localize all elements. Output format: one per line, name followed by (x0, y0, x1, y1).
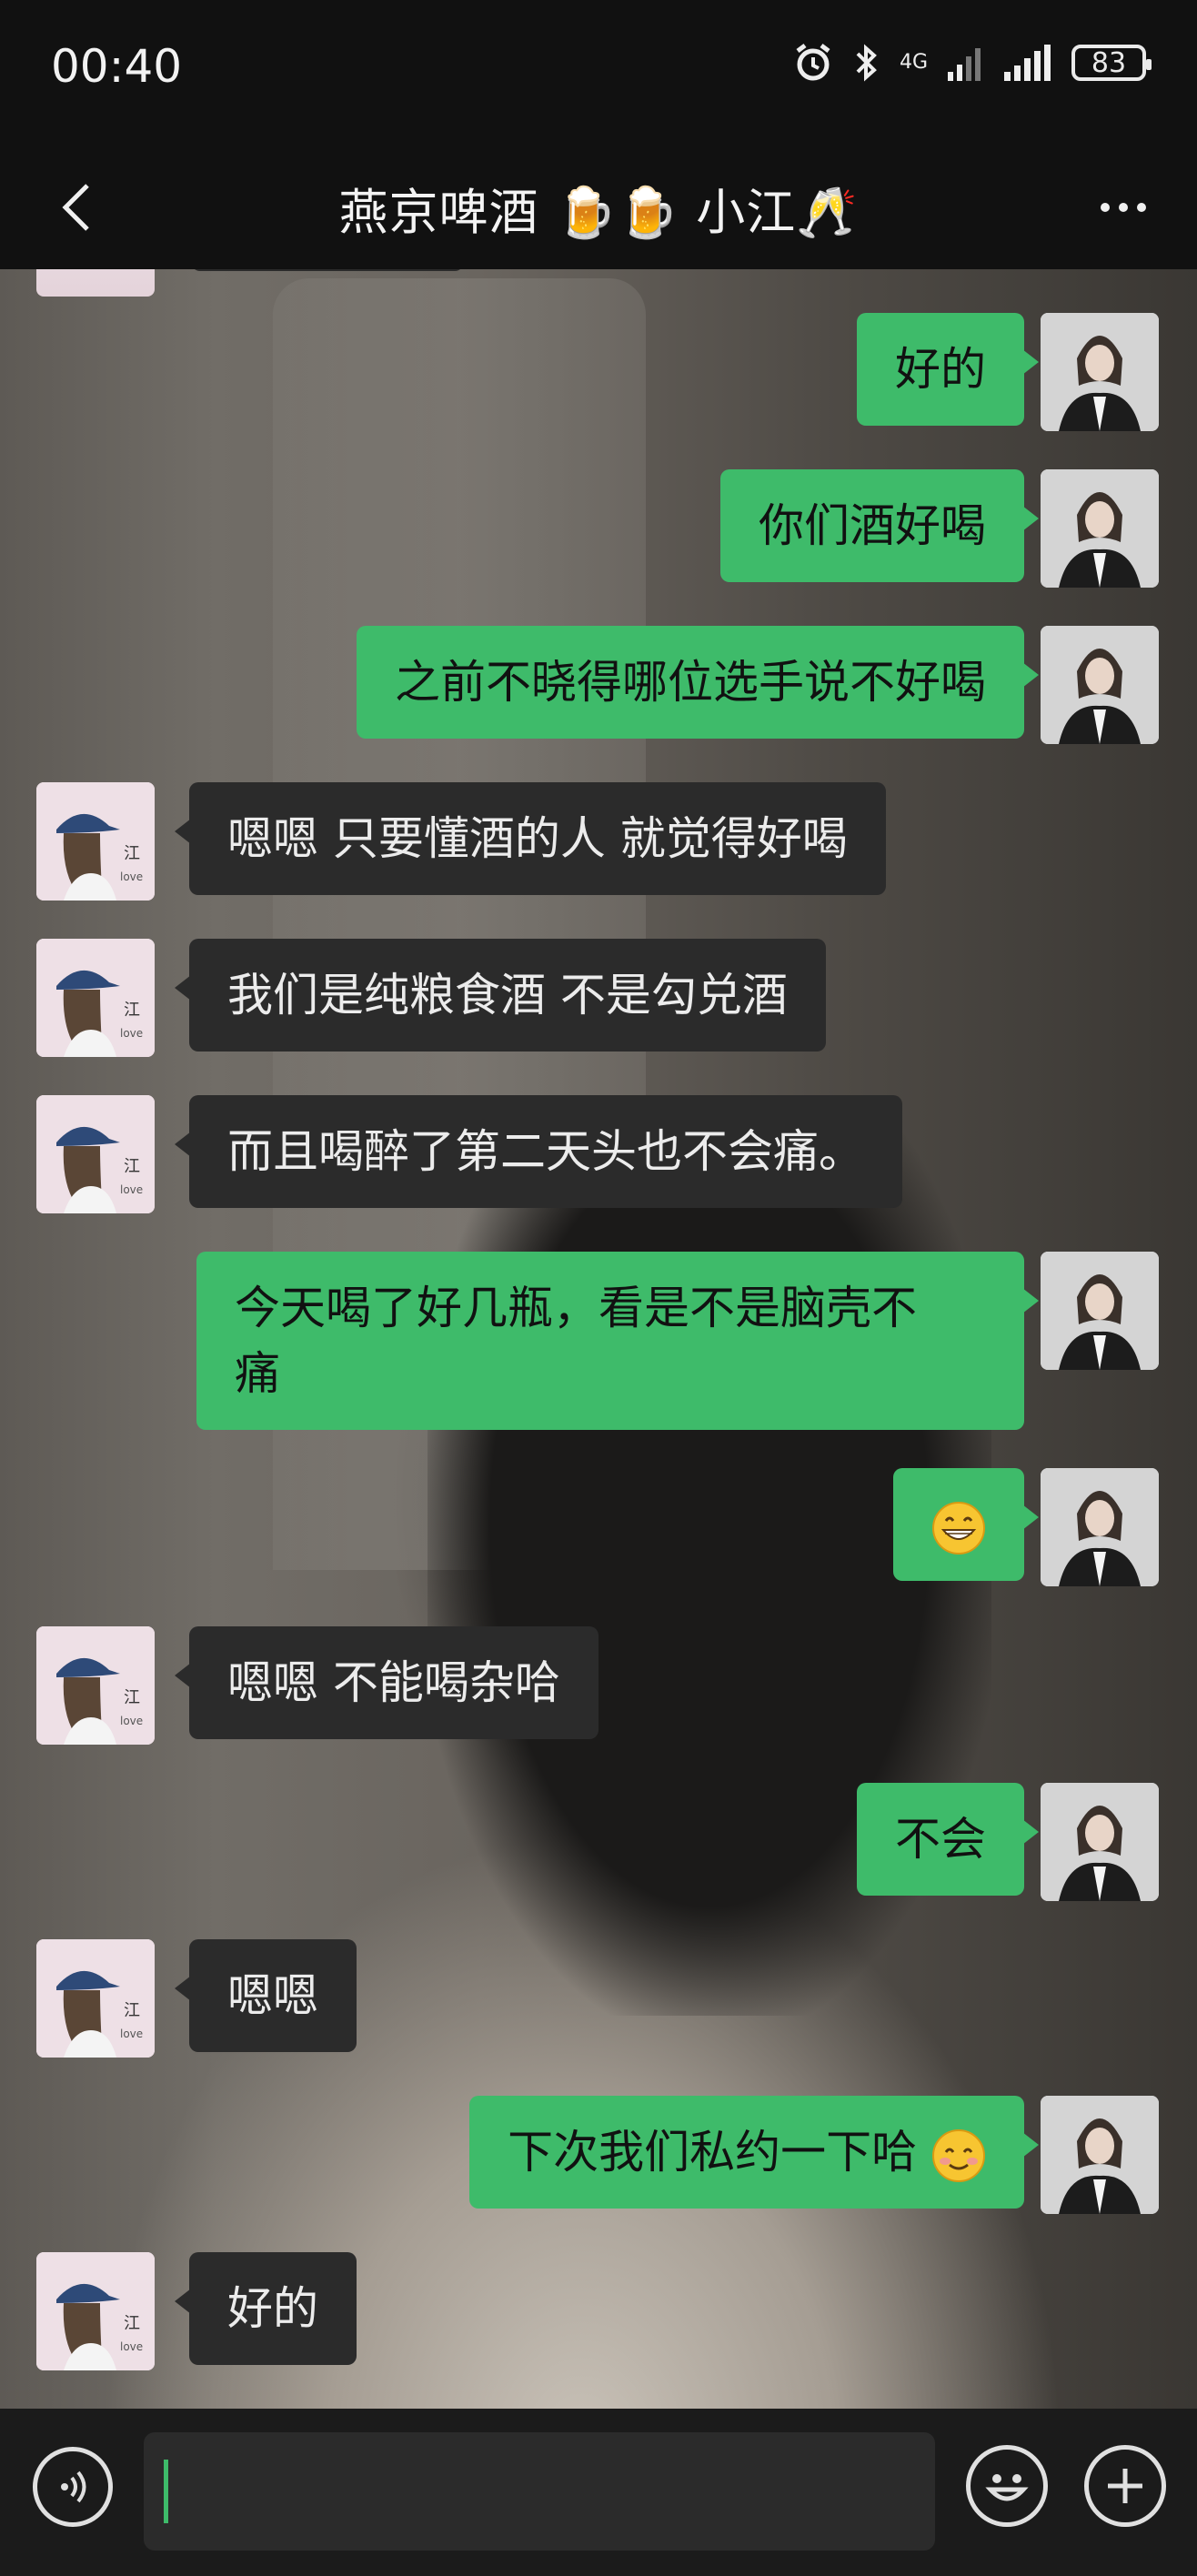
svg-text:江: 江 (124, 1688, 140, 1707)
svg-text:江: 江 (124, 1001, 140, 1020)
message-text: 你们酒好喝 (759, 499, 986, 552)
message-text: 好的 (227, 2282, 318, 2335)
message-bubble-outgoing[interactable]: 你们酒好喝 (720, 469, 1039, 582)
dot-icon (1137, 203, 1146, 212)
grinning-face-icon (932, 1501, 985, 1555)
avatar[interactable] (36, 269, 155, 297)
message-bubble-incoming[interactable]: 嗯嗯 不能喝杂哈 (175, 1626, 598, 1739)
message-bubble-outgoing[interactable]: 不会 (857, 1783, 1039, 1896)
svg-text:love: love (120, 2028, 143, 2040)
status-bar: 00:40 4G 83 (0, 0, 1197, 146)
network-type-label: 4G (899, 51, 928, 74)
avatar-person-icon (1041, 1468, 1159, 1586)
avatar[interactable]: 江 love (36, 1626, 155, 1745)
svg-text:love: love (120, 870, 143, 883)
avatar[interactable]: 江 love (36, 939, 155, 1057)
message-bubble-incoming[interactable]: 好的 (175, 2252, 357, 2365)
back-button[interactable] (40, 171, 113, 244)
message-bubble-incoming[interactable]: 我们是纯粮食酒 不是勾兑酒 (175, 939, 826, 1052)
emoji-button[interactable] (966, 2445, 1048, 2527)
signal-icon-1 (948, 48, 981, 81)
avatar[interactable]: 江 love (36, 1095, 155, 1213)
network-type-icon: 4G (899, 51, 928, 74)
message-text: 之前不晓得哪位选手说不好喝 (395, 656, 986, 709)
avatar-person-icon (1041, 2096, 1159, 2214)
status-icons: 4G 83 (792, 42, 1152, 84)
avatar-person-icon (1041, 469, 1159, 588)
message-text-line: 痛 (235, 1347, 280, 1400)
message-text: 我们是纯粮食酒 不是勾兑酒 (227, 969, 788, 1021)
avatar-girl-cap-icon: 江 love (36, 2252, 155, 2370)
avatar-person-icon (1041, 313, 1159, 431)
message-text: 不会 (895, 1813, 986, 1866)
voice-icon (61, 2470, 86, 2503)
message-text: 下次我们私约一下哈 (508, 2126, 918, 2179)
battery-level: 83 (1091, 46, 1127, 79)
avatar-person-icon (1041, 1783, 1159, 1901)
avatar[interactable] (1041, 626, 1159, 744)
message-text: 而且喝醉了第二天头也不会痛。 (227, 1125, 864, 1178)
message-bubble-outgoing[interactable] (893, 1468, 1039, 1581)
avatar[interactable] (1041, 1783, 1159, 1901)
message-text: 嗯嗯 (227, 1969, 318, 2022)
avatar[interactable] (1041, 469, 1159, 588)
svg-text:love: love (120, 1183, 143, 1196)
message-bubble-outgoing[interactable]: 之前不晓得哪位选手说不好喝 (357, 626, 1039, 739)
text-caret (164, 2460, 168, 2523)
more-actions-button[interactable] (1084, 2445, 1166, 2527)
message-bubble-outgoing[interactable]: 好的 (857, 313, 1039, 426)
voice-input-button[interactable] (33, 2447, 113, 2527)
svg-text:江: 江 (124, 2001, 140, 2020)
message-text: 好的 (895, 343, 986, 396)
message-bubble-incoming[interactable]: 而且喝醉了第二天头也不会痛。 (175, 1095, 902, 1208)
message-bubble-outgoing[interactable]: 下次我们私约一下哈 (469, 2096, 1039, 2209)
message-bubble-incoming[interactable]: 嗯嗯 只要懂酒的人 就觉得好喝 (175, 782, 886, 895)
svg-text:江: 江 (124, 1157, 140, 1176)
chat-title: 燕京啤酒 🍺🍺 小江🥂 (338, 183, 859, 241)
partial-bubble (191, 269, 464, 271)
svg-text:love: love (120, 1715, 143, 1727)
dot-icon (1119, 203, 1128, 212)
avatar-person-icon (1041, 626, 1159, 744)
message-bubble-outgoing[interactable]: 今天喝了好几瓶，看是不是脑壳不 痛 (196, 1252, 1039, 1430)
chat-area[interactable]: 好的 你们酒好喝 之前不晓得哪位选手说不好喝 江 love 嗯嗯 只要懂酒的人 … (0, 269, 1197, 2409)
message-text: 嗯嗯 不能喝杂哈 (227, 1656, 560, 1709)
avatar[interactable] (1041, 2096, 1159, 2214)
message-bubble-incoming[interactable]: 嗯嗯 (175, 1939, 357, 2052)
avatar-girl-cap-icon: 江 love (36, 1626, 155, 1745)
more-options-button[interactable] (1082, 171, 1164, 244)
emoji-face-icon (985, 2474, 1029, 2501)
signal-icon-2 (1004, 45, 1051, 81)
message-composer (0, 2409, 1197, 2576)
avatar-girl-cap-icon: 江 love (36, 939, 155, 1057)
avatar-girl-cap-icon: 江 love (36, 1095, 155, 1213)
plus-icon (1108, 2469, 1142, 2503)
bluetooth-icon (856, 44, 877, 82)
message-input[interactable] (144, 2432, 935, 2551)
message-text-line: 今天喝了好几瓶，看是不是脑壳不 (235, 1282, 917, 1334)
svg-text:love: love (120, 2340, 143, 2353)
svg-text:江: 江 (124, 2314, 140, 2333)
avatar-person-icon (1041, 1252, 1159, 1370)
chat-header: 燕京啤酒 🍺🍺 小江🥂 (0, 146, 1197, 269)
avatar[interactable] (1041, 1468, 1159, 1586)
svg-text:江: 江 (124, 844, 140, 863)
avatar-girl-cap-icon: 江 love (36, 782, 155, 901)
chevron-left-icon (62, 184, 89, 231)
avatar-girl-cap-icon: 江 love (36, 1939, 155, 2058)
svg-text:love: love (120, 1027, 143, 1040)
alarm-icon (796, 44, 830, 81)
message-text: 嗯嗯 只要懂酒的人 就觉得好喝 (227, 812, 848, 865)
avatar[interactable] (1041, 1252, 1159, 1370)
avatar[interactable]: 江 love (36, 782, 155, 901)
smiling-face-icon (932, 2128, 985, 2182)
status-time: 00:40 (51, 40, 183, 93)
avatar[interactable] (1041, 313, 1159, 431)
avatar[interactable]: 江 love (36, 2252, 155, 2370)
avatar[interactable]: 江 love (36, 1939, 155, 2058)
dot-icon (1101, 203, 1110, 212)
battery-icon: 83 (1071, 45, 1152, 81)
